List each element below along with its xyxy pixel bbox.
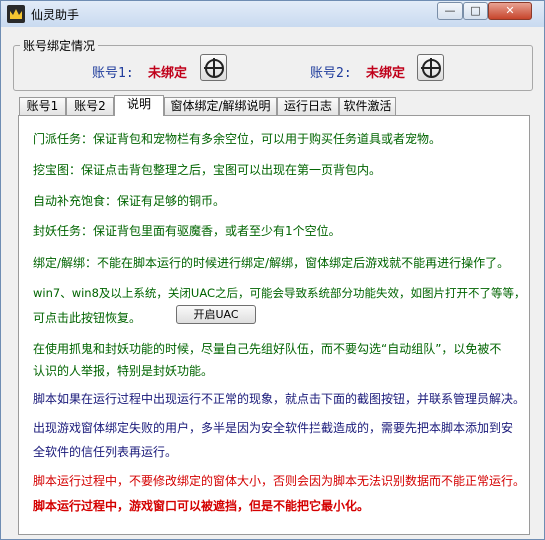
account2-status: 未绑定	[366, 66, 406, 81]
account1-bind-crosshair-button[interactable]	[200, 54, 227, 81]
tab-software-activation[interactable]: 软件激活	[339, 97, 396, 115]
tab-account1[interactable]: 账号1	[19, 97, 66, 115]
warning-line-bold: 脚本运行过程中，游戏窗口可以被遮挡，但是不能把它最小化。	[33, 499, 370, 513]
minimize-button[interactable]: —	[437, 2, 463, 20]
instruction-line: 绑定/解绑：不能在脚本运行的时候进行绑定/解绑，窗体绑定后游戏就不能再进行操作了…	[33, 256, 510, 270]
instruction-line: 出现游戏窗体绑定失败的用户，多半是因为安全软件拦截造成的，需要先把本脚本添加到安	[33, 421, 514, 435]
account1-status: 未绑定	[148, 66, 188, 81]
window-title: 仙灵助手	[31, 8, 80, 22]
account-binding-group: 账号绑定情况 账号1: 未绑定 账号2: 未绑定	[13, 37, 533, 91]
instruction-line: 全软件的信任列表再运行。	[33, 445, 178, 459]
maximize-button[interactable]: □	[463, 2, 488, 20]
tab-instructions[interactable]: 说明	[114, 95, 164, 116]
instruction-line: 自动补充饱食：保证有足够的铜币。	[33, 194, 226, 208]
tab-account2[interactable]: 账号2	[66, 97, 114, 115]
tab-window-binding-help[interactable]: 窗体绑定/解绑说明	[164, 97, 277, 115]
instruction-line: 可点击此按钮恢复。	[33, 311, 142, 325]
app-window: 仙灵助手 — □ ✕ 账号绑定情况 账号1: 未绑定 账号2: 未绑定 账号1 …	[0, 0, 545, 540]
instruction-line: 挖宝图：保证点击背包整理之后，宝图可以出现在第一页背包内。	[33, 163, 382, 177]
enable-uac-button[interactable]: 开启UAC	[176, 305, 256, 324]
instruction-line: 在使用抓鬼和封妖功能的时候，尽量自己先组好队伍，而不要勾选“自动组队”，以免被不	[33, 342, 502, 356]
instruction-line: 门派任务：保证背包和宠物栏有多余空位，可以用于购买任务道具或者宠物。	[33, 132, 442, 146]
account2-label: 账号2:	[310, 66, 352, 81]
account2-bind-crosshair-button[interactable]	[417, 54, 444, 81]
account1-label: 账号1:	[92, 66, 134, 81]
crown-app-icon	[7, 5, 25, 23]
instructions-panel: 门派任务：保证背包和宠物栏有多余空位，可以用于购买任务道具或者宠物。 挖宝图：保…	[18, 115, 530, 535]
crosshair-icon	[421, 67, 440, 69]
warning-line: 脚本运行过程中，不要修改绑定的窗体大小，否则会因为脚本无法识别数据而不能正常运行…	[33, 474, 526, 488]
account-group-title: 账号绑定情况	[20, 37, 99, 54]
instruction-line: win7、win8及以上系统，关闭UAC之后，可能会导致系统部分功能失效，如图片…	[33, 286, 526, 300]
crosshair-icon	[204, 67, 223, 69]
instruction-line: 脚本如果在运行过程中出现运行不正常的现象，就点击下面的截图按钮，并联系管理员解决…	[33, 392, 526, 406]
instruction-line: 认识的人举报，特别是封妖功能。	[33, 364, 214, 378]
close-button[interactable]: ✕	[488, 2, 532, 20]
instruction-line: 封妖任务：保证背包里面有驱魔香，或者至少有1个空位。	[33, 224, 341, 238]
title-bar[interactable]: 仙灵助手 — □ ✕	[1, 1, 544, 27]
tab-run-log[interactable]: 运行日志	[277, 97, 339, 115]
